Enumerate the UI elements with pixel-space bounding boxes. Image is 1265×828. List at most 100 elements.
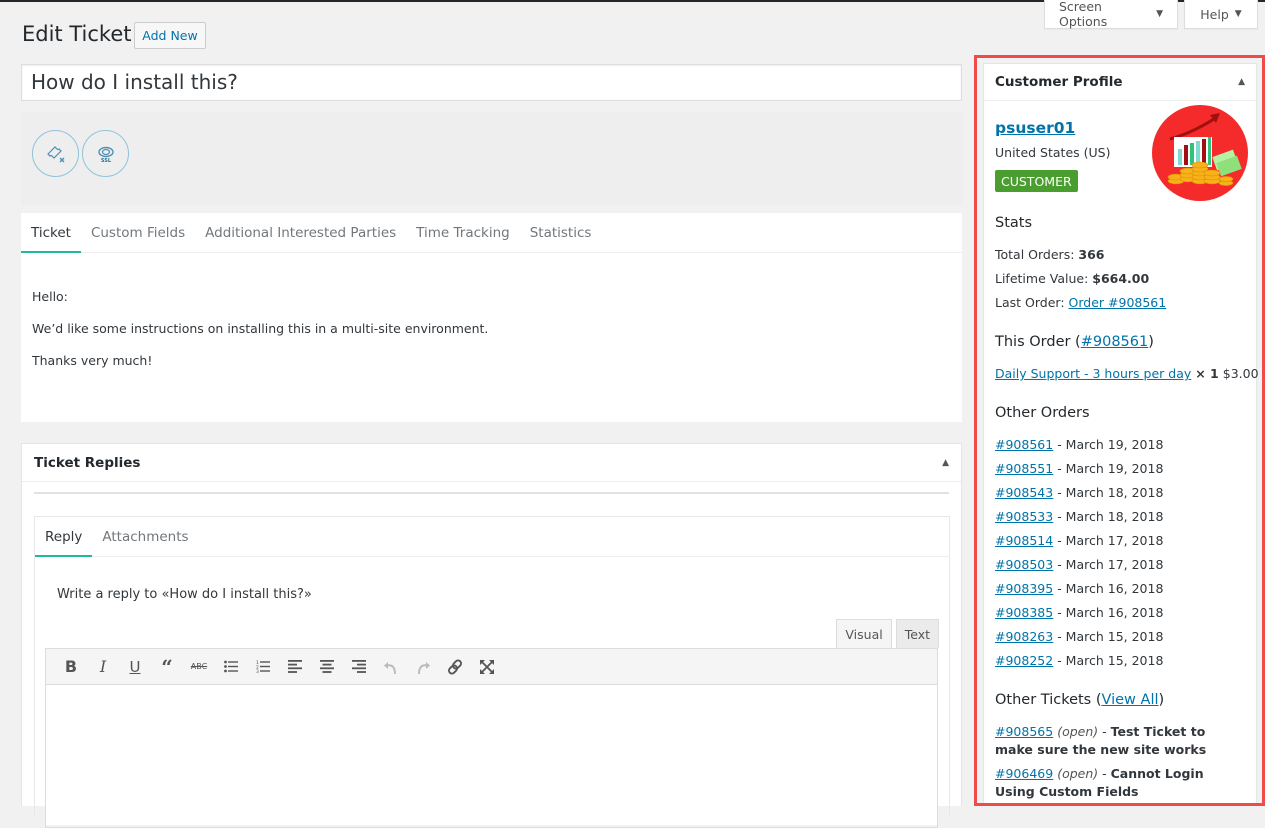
- collapse-toggle-icon[interactable]: ▲: [942, 458, 949, 468]
- ticket-replies-title: Ticket Replies: [34, 454, 141, 471]
- ticket-link[interactable]: #906469: [995, 766, 1053, 781]
- screen-options-button[interactable]: Screen Options ▼: [1044, 0, 1178, 29]
- ssl-button[interactable]: SSL: [82, 130, 129, 177]
- reply-editor: B I U “ ABC 123: [45, 648, 938, 828]
- numbered-list-icon: 123: [256, 660, 270, 673]
- tab-statistics[interactable]: Statistics: [520, 213, 602, 252]
- order-link[interactable]: #908561: [995, 437, 1053, 452]
- undo-icon: [384, 661, 396, 674]
- align-right-icon: [352, 660, 366, 673]
- order-link[interactable]: #908252: [995, 653, 1053, 668]
- undo-button[interactable]: [375, 653, 407, 681]
- other-order-item: #908514 - March 17, 2018: [995, 533, 1163, 548]
- text-tab[interactable]: Text: [895, 619, 939, 648]
- screen-meta-links: Screen Options ▼ Help ▼: [1044, 0, 1265, 29]
- reply-tabs: Reply Attachments: [35, 517, 949, 557]
- ticket-status: (open): [1057, 766, 1099, 781]
- last-order-label: Last Order:: [995, 295, 1065, 310]
- order-date: - March 19, 2018: [1057, 461, 1164, 476]
- order-item-price: $3.00: [1222, 366, 1259, 381]
- redo-button[interactable]: [407, 653, 439, 681]
- bold-button[interactable]: B: [55, 653, 87, 681]
- customer-profile-title: Customer Profile: [995, 74, 1123, 90]
- other-order-item: #908551 - March 19, 2018: [995, 461, 1163, 476]
- insert-link-button[interactable]: [439, 653, 471, 681]
- other-order-item: #908385 - March 16, 2018: [995, 605, 1163, 620]
- tab-reply[interactable]: Reply: [35, 517, 93, 557]
- other-ticket-item: #906469 (open) - Cannot Login Using Cust…: [995, 765, 1245, 801]
- ticket-replies-panel: Ticket Replies ▲ Reply Attachments Write…: [21, 443, 962, 828]
- bullet-list-icon: [224, 660, 238, 673]
- total-orders: Total Orders: 366: [995, 247, 1105, 262]
- strikethrough-button[interactable]: ABC: [183, 653, 215, 681]
- other-order-item: #908263 - March 15, 2018: [995, 629, 1163, 644]
- editor-mode-tabs: Visual Text: [836, 619, 939, 648]
- italic-icon: I: [99, 657, 107, 676]
- order-link[interactable]: #908533: [995, 509, 1053, 524]
- fullscreen-button[interactable]: [471, 653, 503, 681]
- ticket-close-icon: [46, 145, 64, 162]
- reply-editor-content[interactable]: [46, 685, 937, 825]
- other-order-item: #908561 - March 19, 2018: [995, 437, 1163, 452]
- collapse-toggle-icon[interactable]: ▲: [1238, 77, 1245, 87]
- order-date: - March 19, 2018: [1057, 437, 1164, 452]
- this-order-item: Daily Support - 3 hours per day × 1 $3.0…: [995, 366, 1259, 381]
- underline-icon: U: [129, 657, 141, 676]
- bullet-list-button[interactable]: [215, 653, 247, 681]
- ticket-title-input[interactable]: How do I install this?: [21, 64, 962, 101]
- ticket-tabs: Ticket Custom Fields Additional Interest…: [21, 213, 962, 253]
- align-left-icon: [288, 660, 302, 673]
- page-title: Edit Ticket: [22, 22, 132, 46]
- order-link[interactable]: #908551: [995, 461, 1053, 476]
- order-link[interactable]: #908503: [995, 557, 1053, 572]
- customer-profile-box: Customer Profile ▲ psuser01 United State…: [983, 63, 1259, 806]
- ticket-replies-header[interactable]: Ticket Replies ▲: [22, 444, 961, 482]
- customer-username-link[interactable]: psuser01: [995, 119, 1075, 137]
- tab-attachments[interactable]: Attachments: [92, 517, 198, 556]
- ticket-message: Hello: We’d like some instructions on in…: [21, 253, 962, 369]
- ticket-panel: Ticket Custom Fields Additional Interest…: [21, 213, 962, 422]
- add-new-button[interactable]: Add New: [134, 22, 206, 49]
- order-item-link[interactable]: Daily Support - 3 hours per day: [995, 366, 1191, 381]
- customer-profile-header[interactable]: Customer Profile ▲: [984, 64, 1256, 101]
- order-link[interactable]: #908514: [995, 533, 1053, 548]
- ticket-actions-area: SSL: [21, 112, 962, 206]
- order-link[interactable]: #908543: [995, 485, 1053, 500]
- underline-button[interactable]: U: [119, 653, 151, 681]
- this-order-heading-prefix: This Order (: [995, 334, 1081, 350]
- this-order-link[interactable]: #908561: [1081, 334, 1149, 350]
- lifetime-value-amount: $664.00: [1092, 271, 1150, 286]
- tab-custom-fields[interactable]: Custom Fields: [81, 213, 195, 252]
- align-left-button[interactable]: [279, 653, 311, 681]
- numbered-list-button[interactable]: 123: [247, 653, 279, 681]
- svg-text:3: 3: [256, 669, 259, 673]
- italic-button[interactable]: I: [87, 653, 119, 681]
- ticket-message-line: We’d like some instructions on installin…: [32, 321, 489, 336]
- ssl-lock-icon: SSL: [97, 146, 114, 164]
- align-right-button[interactable]: [343, 653, 375, 681]
- other-ticket-item: #908565 (open) - Test Ticket to make sur…: [995, 723, 1245, 759]
- this-order-heading-suffix: ): [1148, 334, 1154, 350]
- align-center-button[interactable]: [311, 653, 343, 681]
- tab-time-tracking[interactable]: Time Tracking: [406, 213, 520, 252]
- last-order-link[interactable]: Order #908561: [1069, 295, 1167, 310]
- ticket-link[interactable]: #908565: [995, 724, 1053, 739]
- total-orders-label: Total Orders:: [995, 247, 1075, 262]
- help-button[interactable]: Help ▼: [1184, 0, 1258, 29]
- order-link[interactable]: #908385: [995, 605, 1053, 620]
- lifetime-value-label: Lifetime Value:: [995, 271, 1089, 286]
- order-link[interactable]: #908263: [995, 629, 1053, 644]
- ticket-separator: -: [1098, 724, 1111, 739]
- visual-tab[interactable]: Visual: [836, 619, 892, 648]
- reply-box: Reply Attachments Write a reply to «How …: [34, 516, 950, 828]
- view-all-tickets-link[interactable]: View All: [1102, 692, 1159, 708]
- blockquote-button[interactable]: “: [151, 653, 183, 681]
- tab-additional-interested-parties[interactable]: Additional Interested Parties: [195, 213, 406, 252]
- close-ticket-button[interactable]: [32, 130, 79, 177]
- other-order-item: #908395 - March 16, 2018: [995, 581, 1163, 596]
- order-link[interactable]: #908395: [995, 581, 1053, 596]
- editor-toolbar: B I U “ ABC 123: [46, 649, 937, 685]
- align-center-icon: [320, 660, 334, 673]
- customer-role-badge: CUSTOMER: [995, 170, 1078, 192]
- tab-ticket[interactable]: Ticket: [21, 213, 81, 253]
